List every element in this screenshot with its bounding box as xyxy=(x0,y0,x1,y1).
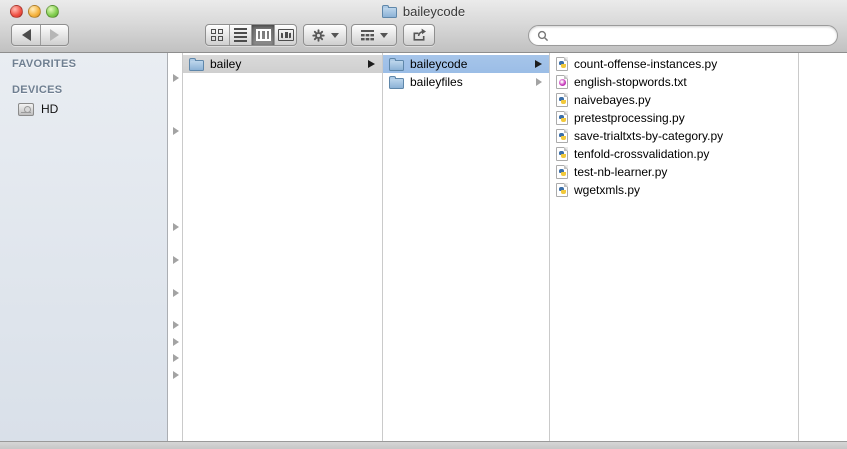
folder-label: baileyfiles xyxy=(410,75,463,89)
folder-row[interactable]: baileyfiles xyxy=(383,73,549,91)
python-file-icon xyxy=(556,165,568,179)
coverflow-view-button[interactable] xyxy=(274,25,296,45)
file-row[interactable]: naivebayes.py xyxy=(550,91,798,109)
forward-arrow-icon xyxy=(50,29,59,41)
folder-icon xyxy=(389,60,404,71)
python-file-icon xyxy=(556,57,568,71)
file-label: english-stopwords.txt xyxy=(574,75,687,89)
python-file-icon xyxy=(556,129,568,143)
content-area: FAVORITES DEVICES HD baileybaileycodebai… xyxy=(0,53,847,441)
share-icon xyxy=(411,28,427,42)
arrange-menu-button[interactable] xyxy=(351,24,397,46)
column-baileycode: baileycode baileyfiles xyxy=(383,53,550,441)
folder-icon xyxy=(382,7,397,18)
finder-window: baileycode xyxy=(0,0,847,449)
file-label: count-offense-instances.py xyxy=(574,57,717,71)
disclosure-triangle-icon xyxy=(173,354,179,362)
sidebar-item-hd[interactable]: HD xyxy=(0,99,167,119)
disclosure-triangle-icon xyxy=(173,223,179,231)
disclosure-triangle-icon xyxy=(536,78,542,86)
file-label: wgetxmls.py xyxy=(574,183,640,197)
folder-icon xyxy=(389,78,404,89)
search-icon xyxy=(537,30,549,42)
hard-drive-icon xyxy=(18,103,34,116)
coverflow-icon xyxy=(278,29,294,41)
disclosure-triangle-icon xyxy=(173,289,179,297)
disclosure-triangle-icon xyxy=(173,256,179,264)
file-row[interactable]: english-stopwords.txt xyxy=(550,73,798,91)
column-bailey: bailey xyxy=(183,53,383,441)
column-files: count-offense-instances.py english-stopwo… xyxy=(550,53,799,441)
search-field xyxy=(528,25,838,46)
file-label: naivebayes.py xyxy=(574,93,651,107)
python-file-icon xyxy=(556,111,568,125)
toolbar xyxy=(0,22,847,52)
disclosure-triangle-icon xyxy=(173,321,179,329)
search-input[interactable] xyxy=(554,28,829,44)
chevron-down-icon xyxy=(331,33,339,38)
back-button[interactable] xyxy=(12,25,40,45)
python-file-icon xyxy=(556,183,568,197)
folder-label: baileycode xyxy=(410,57,467,71)
disclosure-triangle-icon xyxy=(173,127,179,135)
window-title: baileycode xyxy=(0,0,847,22)
view-mode-control xyxy=(205,24,297,46)
file-row[interactable]: pretestprocessing.py xyxy=(550,109,798,127)
file-row[interactable]: tenfold-crossvalidation.py xyxy=(550,145,798,163)
disclosure-triangle-icon xyxy=(173,74,179,82)
disclosure-triangle-icon xyxy=(173,371,179,379)
columns-icon xyxy=(256,29,271,41)
icon-view-button[interactable] xyxy=(206,25,229,45)
file-label: pretestprocessing.py xyxy=(574,111,685,125)
file-label: save-trialtxts-by-category.py xyxy=(574,129,723,143)
folder-row[interactable]: bailey xyxy=(183,55,382,73)
column-browser: bailey baileycode baileyfiles count-offense… xyxy=(183,53,847,441)
grid-icon xyxy=(211,29,223,41)
status-bar xyxy=(0,441,847,449)
file-row[interactable]: test-nb-learner.py xyxy=(550,163,798,181)
nav-buttons xyxy=(11,24,69,46)
python-file-icon xyxy=(556,147,568,161)
action-menu-button[interactable] xyxy=(303,24,347,46)
file-row[interactable]: save-trialtxts-by-category.py xyxy=(550,127,798,145)
disclosure-triangle-icon xyxy=(173,338,179,346)
file-row[interactable]: wgetxmls.py xyxy=(550,181,798,199)
parent-column-sliver[interactable] xyxy=(168,53,183,441)
window-header: baileycode xyxy=(0,0,847,53)
folder-label: bailey xyxy=(210,57,241,71)
column-preview-empty xyxy=(799,53,847,441)
disclosure-triangle-icon xyxy=(535,60,542,68)
window-title-text: baileycode xyxy=(403,4,465,19)
back-arrow-icon xyxy=(22,29,31,41)
python-file-icon xyxy=(556,93,568,107)
sidebar-section-devices: DEVICES xyxy=(0,84,167,96)
folder-row[interactable]: baileycode xyxy=(383,55,549,73)
file-label: test-nb-learner.py xyxy=(574,165,667,179)
titlebar[interactable]: baileycode xyxy=(0,0,847,22)
sidebar-item-label: HD xyxy=(41,102,58,116)
sidebar: FAVORITES DEVICES HD xyxy=(0,53,168,441)
sidebar-section-favorites: FAVORITES xyxy=(0,58,167,70)
share-button[interactable] xyxy=(403,24,435,46)
list-icon xyxy=(234,28,247,42)
list-view-button[interactable] xyxy=(229,25,252,45)
gear-icon xyxy=(311,28,326,43)
arrange-grid-icon xyxy=(361,30,375,41)
text-file-icon xyxy=(556,75,568,89)
file-row[interactable]: count-offense-instances.py xyxy=(550,55,798,73)
file-label: tenfold-crossvalidation.py xyxy=(574,147,709,161)
column-view-button[interactable] xyxy=(251,25,274,45)
disclosure-triangle-icon xyxy=(368,60,375,68)
folder-icon xyxy=(189,60,204,71)
forward-button[interactable] xyxy=(40,25,68,45)
chevron-down-icon xyxy=(380,33,388,38)
